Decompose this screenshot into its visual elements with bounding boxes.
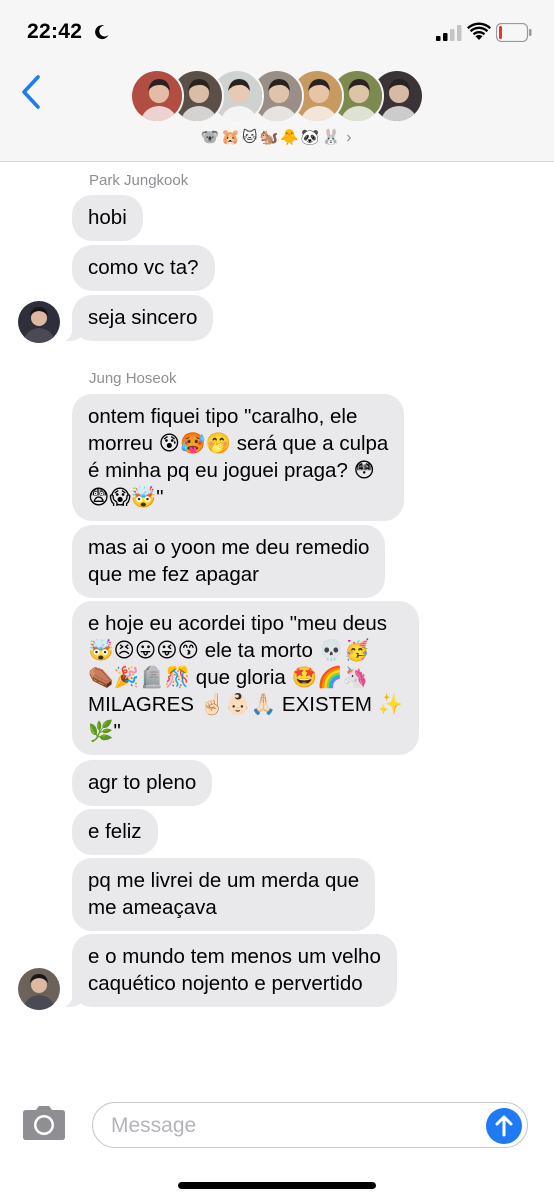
message-line: pq me livrei de um merda que xyxy=(88,869,360,892)
sender-name: Park Jungkook xyxy=(89,172,189,189)
avatar[interactable] xyxy=(18,968,60,1010)
message-line: ⚰️🎉🪦🎊 que gloria 🤩🌈🦄 xyxy=(88,666,369,689)
wifi-icon xyxy=(467,22,491,40)
message-field[interactable] xyxy=(92,1102,528,1148)
message-line: ontem fiquei tipo "caralho, ele xyxy=(88,405,358,428)
chevron-right-icon: › xyxy=(346,129,354,146)
message-bubble[interactable]: hobi xyxy=(72,195,143,241)
message-bubble[interactable]: ontem fiquei tipo "caralho, ele morreu 😰… xyxy=(72,394,405,521)
send-button[interactable] xyxy=(486,1108,522,1144)
avatar[interactable] xyxy=(18,301,60,343)
sender-name: Jung Hoseok xyxy=(89,370,177,387)
message-line: 😨😱🤯" xyxy=(88,486,164,509)
message-bubble[interactable]: seja sincero xyxy=(61,295,214,341)
message-line: que me fez apagar xyxy=(88,563,259,586)
message-text: hobi xyxy=(88,206,127,229)
message-bubble[interactable]: e hoje eu acordei tipo "meu deus 🤯😣😛😜😙 e… xyxy=(72,601,420,755)
message-bubble[interactable]: agr to pleno xyxy=(72,760,213,806)
status-bar: 22:42 xyxy=(0,0,554,62)
status-time: 22:42 xyxy=(27,20,83,43)
message-line: é minha pq eu joguei praga? 😳 xyxy=(88,459,375,482)
message-line: mas ai o yoon me deu remedio xyxy=(88,536,370,559)
cellular-signal-icon xyxy=(436,25,462,41)
message-input[interactable] xyxy=(111,1112,471,1140)
message-line: morreu 😰🥵🤭 será que a culpa xyxy=(88,432,389,455)
group-member-avatar xyxy=(130,69,184,123)
message-line: MILAGRES ☝🏻👶🏻🙏🏻 EXISTEM ✨ xyxy=(88,693,404,716)
message-line: agr to pleno xyxy=(88,771,197,794)
message-line: caquético nojento e pervertido xyxy=(88,972,363,995)
message-bubble[interactable]: e o mundo tem menos um velho caquético n… xyxy=(62,934,397,1007)
message-bubble[interactable]: pq me livrei de um merda que me ameaçava xyxy=(72,858,376,931)
message-bubble[interactable]: e feliz xyxy=(72,809,158,855)
conversation-header: 22:42 🐨🐹🐱🐿️🐥🐼🐰 › xyxy=(0,0,554,162)
message-line: me ameaçava xyxy=(88,896,217,919)
message-line: 🤯😣😛😜😙 ele ta morto 💀🥳 xyxy=(88,639,370,662)
camera-icon[interactable] xyxy=(22,1105,66,1141)
group-avatars[interactable] xyxy=(130,69,430,125)
back-chevron-icon[interactable] xyxy=(18,74,44,110)
message-bubble[interactable]: como vc ta? xyxy=(72,245,215,291)
arrow-up-icon xyxy=(495,1115,513,1137)
message-line: 🌿" xyxy=(88,720,121,743)
battery-icon xyxy=(496,23,532,42)
message-bubble[interactable]: mas ai o yoon me deu remedio que me fez … xyxy=(72,525,386,598)
message-thread[interactable]: Park Jungkook hobi como vc ta? seja sinc… xyxy=(0,163,554,1083)
message-line: e feliz xyxy=(88,820,142,843)
message-line: e hoje eu acordei tipo "meu deus xyxy=(88,612,388,635)
group-name-label: 🐨🐹🐱🐿️🐥🐼🐰 xyxy=(200,129,343,146)
message-text: como vc ta? xyxy=(88,256,199,279)
moon-icon xyxy=(95,25,109,40)
group-name[interactable]: 🐨🐹🐱🐿️🐥🐼🐰 › xyxy=(0,128,554,147)
message-text: seja sincero xyxy=(88,306,198,329)
home-indicator xyxy=(178,1182,376,1189)
message-line: e o mundo tem menos um velho xyxy=(88,945,381,968)
